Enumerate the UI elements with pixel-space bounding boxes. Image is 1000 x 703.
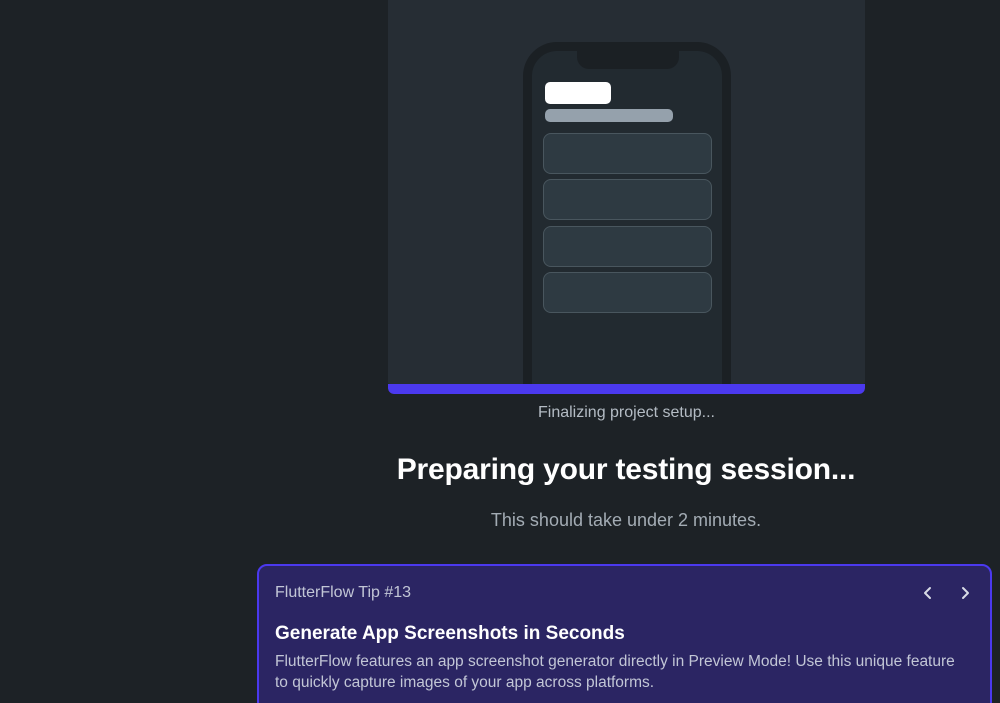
phone-notch (577, 49, 679, 69)
tip-body: FlutterFlow features an app screenshot g… (275, 653, 955, 691)
phone-mockup (523, 42, 731, 384)
chevron-right-icon (962, 587, 969, 599)
next-tip-button[interactable] (954, 582, 976, 604)
loading-screen: Finalizing project setup... Preparing yo… (0, 0, 1000, 703)
tip-card: FlutterFlow Tip #13 Generate App Screens… (257, 564, 992, 703)
tip-title: Generate App Screenshots in Seconds (275, 623, 625, 644)
placeholder-row (543, 272, 712, 313)
phone-side-button (724, 141, 730, 187)
progress-bar-fill (388, 384, 865, 394)
page-subtitle: This should take under 2 minutes. (490, 510, 762, 530)
page-title: Preparing your testing session... (396, 453, 856, 486)
placeholder-row (543, 133, 712, 174)
progress-bar (388, 384, 865, 394)
placeholder-title (545, 82, 611, 104)
phone-preview-illustration (388, 0, 865, 384)
progress-status-text: Finalizing project setup... (538, 404, 715, 421)
chevron-left-icon (924, 587, 931, 599)
placeholder-subtitle (545, 109, 673, 122)
previous-tip-button[interactable] (917, 582, 939, 604)
placeholder-row (543, 226, 712, 267)
placeholder-row (543, 179, 712, 220)
tip-label: FlutterFlow Tip #13 (275, 584, 412, 601)
